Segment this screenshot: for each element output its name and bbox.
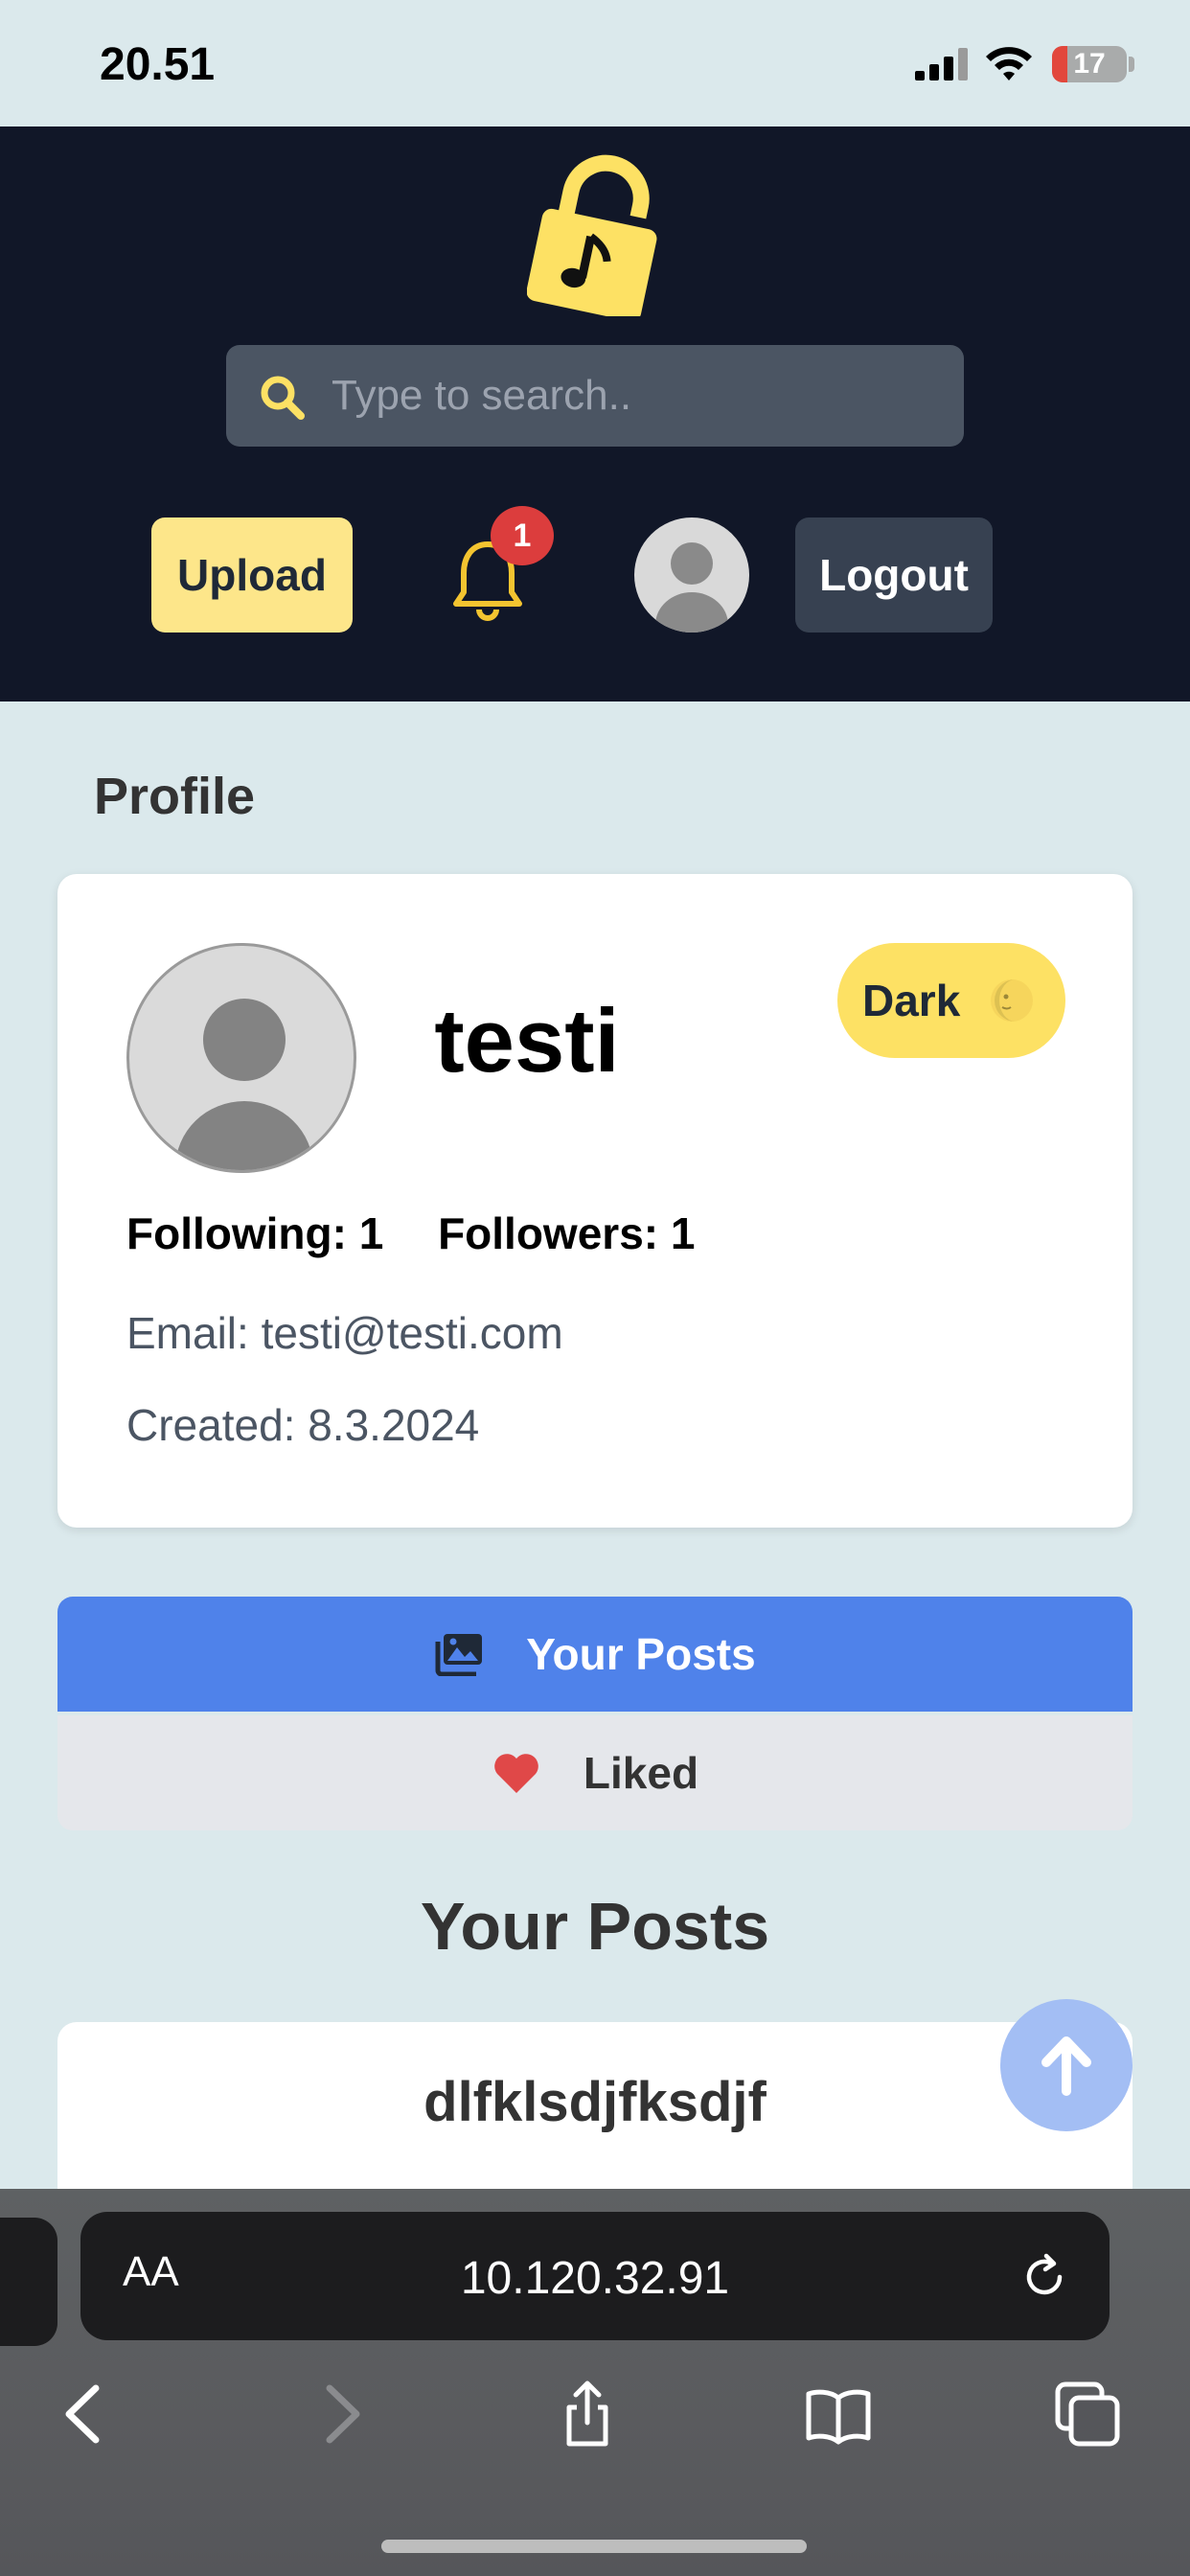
- upload-button[interactable]: Upload: [151, 518, 353, 632]
- url-text[interactable]: 10.120.32.91: [80, 2252, 1110, 2305]
- profile-avatar: [126, 943, 356, 1173]
- profile-card: testi Dark Following: 1 Followers: 1 Ema…: [57, 874, 1133, 1528]
- profile-email: Email: testi@testi.com: [126, 1308, 563, 1358]
- site-header: Upload 1 Logout: [0, 126, 1190, 702]
- status-time: 20.51: [100, 39, 216, 90]
- heart-icon: [494, 1754, 538, 1793]
- wifi-icon: [986, 47, 1032, 80]
- back-icon[interactable]: [52, 2380, 119, 2448]
- reload-icon[interactable]: [1019, 2252, 1069, 2302]
- followers-count[interactable]: Followers: 1: [438, 1208, 695, 1258]
- cellular-signal-icon: [915, 48, 968, 80]
- home-indicator: [381, 2540, 807, 2553]
- arrow-up-icon: [1041, 2036, 1091, 2096]
- tab-liked-label: Liked: [583, 1748, 699, 1798]
- tab-your-posts-label: Your Posts: [526, 1629, 756, 1679]
- dark-mode-toggle[interactable]: Dark: [837, 943, 1065, 1058]
- battery-tip: [1129, 57, 1134, 72]
- profile-heading: Profile: [94, 768, 256, 825]
- profile-created-date: Created: 8.3.2024: [126, 1400, 480, 1450]
- images-icon: [435, 1634, 483, 1676]
- browser-toolbar: AA 10.120.32.91: [0, 2189, 1190, 2576]
- tabs-icon[interactable]: [1054, 2380, 1121, 2448]
- username: testi: [434, 990, 620, 1091]
- notification-badge: 1: [491, 506, 554, 565]
- search-bar[interactable]: [226, 345, 964, 447]
- post-title: dlfklsdjfksdjf: [423, 2071, 767, 2133]
- battery-icon: 17: [1052, 46, 1127, 82]
- address-bar[interactable]: AA 10.120.32.91: [80, 2212, 1110, 2340]
- previous-tab-peek[interactable]: [0, 2218, 57, 2346]
- moon-icon: [991, 979, 1033, 1022]
- battery-level: 17: [1073, 48, 1106, 80]
- share-icon[interactable]: [554, 2380, 621, 2448]
- avatar-icon: [655, 542, 728, 632]
- forward-icon: [326, 2384, 360, 2444]
- lock-music-icon[interactable]: [527, 153, 663, 316]
- tab-your-posts[interactable]: Your Posts: [57, 1597, 1133, 1712]
- search-input[interactable]: [332, 345, 945, 447]
- scroll-to-top-button[interactable]: [1000, 1999, 1133, 2131]
- following-count[interactable]: Following: 1: [126, 1208, 383, 1258]
- bookmarks-icon[interactable]: [805, 2380, 872, 2448]
- avatar-icon: [175, 999, 313, 1170]
- dark-mode-label: Dark: [862, 976, 961, 1025]
- user-avatar[interactable]: [634, 518, 749, 632]
- search-icon: [261, 376, 305, 420]
- follow-stats: Following: 1 Followers: 1: [126, 1208, 737, 1259]
- status-bar: 20.51 17: [0, 0, 1190, 126]
- your-posts-heading: Your Posts: [420, 1889, 770, 1964]
- tab-liked[interactable]: Liked: [57, 1715, 1133, 1830]
- logout-button[interactable]: Logout: [795, 518, 993, 632]
